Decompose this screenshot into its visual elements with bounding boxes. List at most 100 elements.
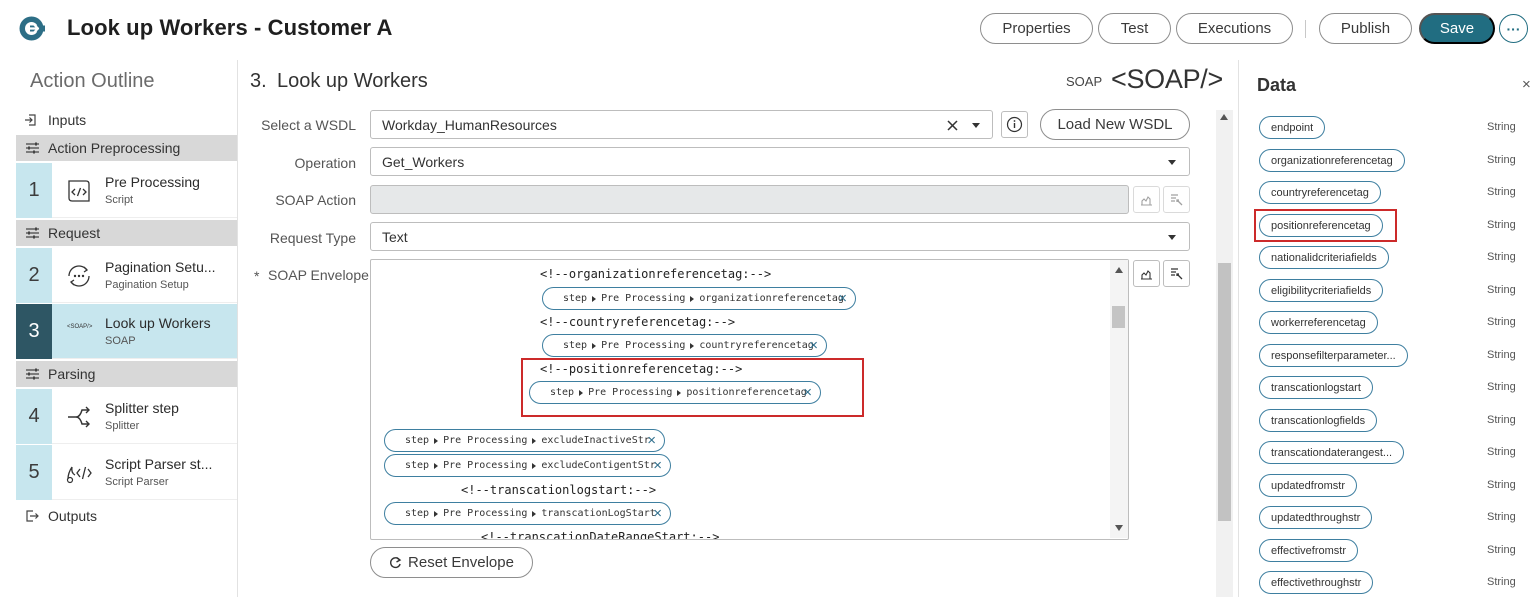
data-field-pill[interactable]: updatedfromstr [1259,474,1357,497]
data-field-pill[interactable]: countryreferencetag [1259,181,1381,204]
chip-step: step [405,508,430,519]
data-field-pill[interactable]: effectivefromstr [1259,539,1358,562]
data-field-pill[interactable]: transcationlogfields [1259,409,1378,432]
more-options-icon[interactable]: ··· [1499,14,1528,43]
output-arrow-icon [26,510,39,522]
envelope-label: SOAP Envelope [268,267,369,283]
chip-step: step [405,435,430,446]
back-logo-icon[interactable] [18,15,45,42]
step-name: Script Parser st... [105,456,213,472]
scroll-down-icon[interactable] [1115,525,1123,531]
data-field-type: String [1487,186,1516,198]
step-name: Splitter step [105,400,179,416]
envelope-data-chip[interactable]: step Pre Processing excludeContigentStr × [384,454,671,477]
envelope-data-button[interactable] [1163,260,1190,287]
operation-select[interactable]: Get_Workers [370,147,1190,176]
outline-inputs[interactable]: Inputs [16,107,237,133]
step-name: Pre Processing [105,174,200,190]
remove-chip-icon[interactable]: × [838,291,847,306]
chevron-down-icon[interactable] [1168,160,1176,165]
soap-action-data-button[interactable] [1163,186,1190,213]
outline-outputs-label: Outputs [48,508,98,524]
step-1[interactable]: 1 Pre Processing Script [16,163,237,218]
step-index: 3. [250,70,267,92]
data-field-pill[interactable]: endpoint [1259,116,1326,139]
outline-section-parsing[interactable]: Parsing [16,361,237,387]
input-arrow-icon [25,114,36,126]
envelope-data-chip[interactable]: step Pre Processing transcationLogStart × [384,502,671,525]
data-field-type: String [1487,316,1516,328]
publish-button[interactable]: Publish [1319,13,1412,44]
data-field-type: String [1487,219,1516,231]
data-field-pill[interactable]: transcationdaterangest... [1259,441,1405,464]
soap-action-input[interactable] [370,185,1129,214]
envelope-data-chip[interactable]: step Pre Processing organizationreferencet… [542,287,856,310]
data-field-pill[interactable]: responsefilterparameter... [1259,344,1408,367]
request-type-select[interactable]: Text [370,222,1190,251]
chevron-down-icon[interactable] [972,123,980,128]
close-icon[interactable]: × [1522,76,1530,93]
envelope-data-chip[interactable]: step Pre Processing countryreferencetag × [542,334,827,357]
info-button[interactable] [1001,111,1028,138]
executions-button[interactable]: Executions [1176,13,1293,44]
envelope-data-chip[interactable]: step Pre Processing excludeInactiveStr × [384,429,665,452]
data-field-pill[interactable]: updatedthroughstr [1259,506,1373,529]
remove-chip-icon[interactable]: × [653,506,662,521]
step-number: 2 [16,248,52,303]
data-field-type: String [1487,251,1516,263]
data-field-pill[interactable]: eligibilitycriteriafields [1259,279,1384,302]
envelope-comment: <!--countryreferencetag:--> [540,315,736,329]
form-scroll-thumb[interactable] [1218,263,1231,521]
data-field-pill[interactable]: transcationlogstart [1259,376,1373,399]
envelope-scrollbar[interactable] [1110,260,1128,538]
clear-icon[interactable] [947,120,958,131]
data-field-pill[interactable]: workerreferencetag [1259,311,1378,334]
properties-button[interactable]: Properties [980,13,1093,44]
remove-chip-icon[interactable]: × [653,458,662,473]
script-icon [68,180,90,202]
step-5[interactable]: 5 Script Parser st... Script Parser [16,445,237,500]
wsdl-value: Workday_HumanResources [382,116,557,133]
step-2[interactable]: 2 Pagination Setu... Pagination Setup [16,248,237,303]
data-field-pill[interactable]: nationalidcriteriafields [1259,246,1389,269]
data-field-type: String [1487,446,1516,458]
reset-envelope-button[interactable]: Reset Envelope [370,547,533,578]
step-3[interactable]: 3 <SOAP/> Look up Workers SOAP [16,304,237,359]
envelope-required-mark: * [254,268,260,284]
save-button[interactable]: Save [1419,13,1495,44]
soap-action-expand-button[interactable] [1133,186,1160,213]
chip-field: excludeContigentStr [541,460,656,471]
envelope-expand-button[interactable] [1133,260,1160,287]
outline-outputs[interactable]: Outputs [16,503,237,529]
chip-step: step [563,340,588,351]
envelope-scroll-thumb[interactable] [1112,306,1125,328]
outline-section-request[interactable]: Request [16,220,237,246]
load-new-wsdl-button[interactable]: Load New WSDL [1040,109,1190,140]
remove-chip-icon[interactable]: × [647,433,656,448]
chip-source: Pre Processing [443,508,528,519]
outline-inputs-label: Inputs [48,112,87,128]
envelope-comment: <!--transcationDateRangeStart:--> [481,530,720,540]
app-header: Look up Workers - Customer A Properties … [0,0,1530,58]
wsdl-label: Select a WSDL [261,117,356,133]
data-picker-icon [1171,268,1183,280]
chevron-down-icon[interactable] [1168,235,1176,240]
scroll-up-icon[interactable] [1115,267,1123,273]
edit-icon [1141,196,1152,206]
data-field-pill[interactable]: effectivethroughstr [1259,571,1374,594]
test-button[interactable]: Test [1098,13,1171,44]
script-parser-icon [66,466,92,484]
chip-step: step [563,293,588,304]
scroll-up-icon[interactable] [1220,114,1228,120]
remove-chip-icon[interactable]: × [809,338,818,353]
wsdl-select[interactable]: Workday_HumanResources [370,110,993,139]
step-number: 1 [16,163,52,218]
sliders-icon [26,142,39,154]
step-4[interactable]: 4 Splitter step Splitter [16,389,237,444]
data-field-type: String [1487,511,1516,523]
data-field-type: String [1487,414,1516,426]
action-outline: Action Outline Inputs Action Preprocessi… [16,60,237,597]
data-panel-title: Data [1257,75,1297,95]
data-field-pill[interactable]: organizationreferencetag [1259,149,1405,172]
outline-section-preprocessing[interactable]: Action Preprocessing [16,135,237,161]
